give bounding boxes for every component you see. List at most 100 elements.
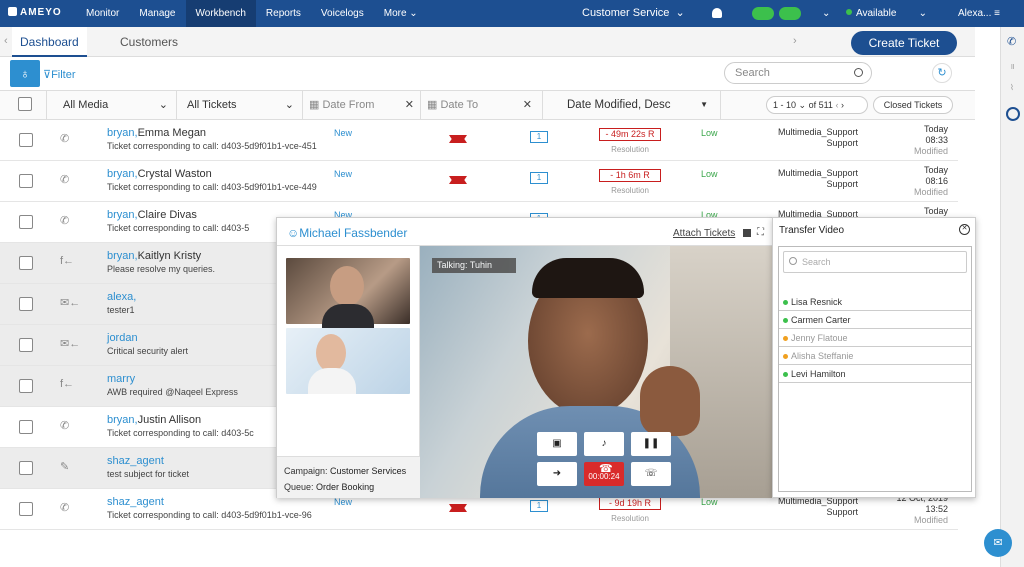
date-to-field[interactable]: ▦ Date To ✕ bbox=[421, 91, 543, 119]
nav-reports[interactable]: Reports bbox=[256, 0, 311, 27]
ticket-contact[interactable]: shaz_agent bbox=[107, 455, 164, 467]
conference-icon[interactable]: ☏ bbox=[631, 462, 671, 486]
ticket-contact[interactable]: alexa, bbox=[107, 291, 136, 303]
transfer-arrow-icon[interactable]: ➜ bbox=[537, 462, 577, 486]
tab-scroll-right-icon[interactable]: › bbox=[793, 35, 797, 47]
priority-label: Low bbox=[701, 128, 718, 138]
header-select-cell bbox=[0, 91, 47, 119]
row-checkbox[interactable] bbox=[19, 297, 33, 311]
ticket-contact[interactable]: bryan,Claire Divas bbox=[107, 209, 197, 221]
row-checkbox[interactable] bbox=[19, 338, 33, 352]
bell-icon[interactable] bbox=[712, 8, 722, 18]
close-icon[interactable]: ✕ bbox=[959, 224, 970, 235]
phone-icon[interactable]: ✆ bbox=[1007, 35, 1016, 48]
prev-page-icon[interactable]: ‹ bbox=[835, 100, 838, 110]
chat-bubble-icon[interactable]: ✉ bbox=[984, 529, 1012, 557]
nav-more[interactable]: More ⌄ bbox=[374, 0, 428, 27]
agent-list-item[interactable]: Lisa Resnick bbox=[779, 293, 971, 311]
row-checkbox[interactable] bbox=[19, 502, 33, 516]
headset-icon[interactable] bbox=[1006, 107, 1020, 121]
queue-name: Multimedia_Support bbox=[777, 127, 858, 137]
expand-icon[interactable]: ⛶ bbox=[757, 227, 764, 238]
media-dropdown[interactable]: All Media ⌄ bbox=[47, 91, 177, 119]
agent-list-item[interactable]: Carmen Carter bbox=[779, 311, 971, 329]
ticket-contact[interactable]: bryan,Crystal Waston bbox=[107, 168, 212, 180]
tickets-dropdown[interactable]: All Tickets ⌄ bbox=[177, 91, 303, 119]
tab-customers[interactable]: Customers bbox=[112, 27, 186, 57]
ticket-contact[interactable]: bryan,Emma Megan bbox=[107, 127, 206, 139]
agent-list-item[interactable]: Alisha Steffanie bbox=[779, 347, 971, 365]
agent-item-name: Jenny Flatoue bbox=[791, 333, 848, 343]
date-from-label: Date From bbox=[322, 99, 375, 111]
ticket-contact[interactable]: bryan,Kaitlyn Kristy bbox=[107, 250, 201, 262]
sort-dropdown[interactable]: Date Modified, Desc ▼ bbox=[543, 91, 721, 119]
select-all-checkbox[interactable] bbox=[18, 97, 32, 111]
chevron-down-icon[interactable]: ⌄ bbox=[822, 0, 830, 27]
agent-search-input[interactable]: Search bbox=[783, 251, 967, 273]
chat-message-icon[interactable] bbox=[779, 7, 801, 20]
ticket-contact[interactable]: bryan,Justin Allison bbox=[107, 414, 201, 426]
tab-scroll-left-icon[interactable]: ‹ bbox=[4, 35, 8, 47]
user-menu[interactable]: Alexa... ≡ bbox=[958, 0, 1000, 27]
date-from-field[interactable]: ▦ Date From ✕ bbox=[303, 91, 421, 119]
row-checkbox[interactable] bbox=[19, 379, 33, 393]
phone-call-icon[interactable] bbox=[752, 7, 774, 20]
table-row[interactable]: ✆ bryan,Crystal Waston Ticket correspondin… bbox=[0, 161, 958, 202]
nav-workbench[interactable]: Workbench bbox=[185, 0, 256, 27]
agent-list-item[interactable]: Jenny Flatoue bbox=[779, 329, 971, 347]
ticket-subject: Please resolve my queries. bbox=[107, 264, 216, 274]
agent-name: alexa, bbox=[107, 291, 137, 303]
customer-video-thumbnail[interactable] bbox=[286, 328, 410, 394]
clear-date-to-icon[interactable]: ✕ bbox=[523, 91, 532, 119]
row-checkbox[interactable] bbox=[19, 420, 33, 434]
closed-tickets-button[interactable]: Closed Tickets bbox=[873, 96, 953, 114]
queue-name: Multimedia_Support bbox=[777, 168, 858, 178]
customer-name: Kaitlyn Kristy bbox=[137, 250, 202, 262]
call-icon: ✆ bbox=[60, 420, 70, 432]
hangup-button[interactable]: ☎ 00:00:24 bbox=[584, 462, 624, 486]
ticket-subject: Ticket corresponding to call: d403-5d9f0… bbox=[107, 510, 312, 520]
tab-dashboard[interactable]: Dashboard bbox=[12, 27, 87, 57]
presence-dot-icon bbox=[783, 372, 788, 377]
nav-voicelogs[interactable]: Voicelogs bbox=[311, 0, 374, 27]
agent-list-item[interactable]: Levi Hamilton bbox=[779, 365, 971, 383]
agent-name: jordan bbox=[107, 332, 138, 344]
mic-icon[interactable]: ⌇ bbox=[1010, 83, 1014, 92]
ticket-icon bbox=[449, 176, 467, 184]
caller-name[interactable]: ☺Michael Fassbender bbox=[287, 226, 407, 240]
next-page-icon[interactable]: › bbox=[841, 100, 844, 110]
hold-pause-icon[interactable]: ❚❚ bbox=[631, 432, 671, 456]
mute-mic-icon[interactable]: ♪ bbox=[584, 432, 624, 456]
refresh-icon[interactable]: ↻ bbox=[932, 63, 952, 83]
agent-name: bryan, bbox=[107, 168, 138, 180]
ticket-contact[interactable]: marry bbox=[107, 373, 135, 385]
row-checkbox[interactable] bbox=[19, 461, 33, 475]
row-checkbox[interactable] bbox=[19, 133, 33, 147]
search-input[interactable]: Search bbox=[724, 62, 872, 84]
customer-face bbox=[316, 334, 346, 372]
ticket-contact[interactable]: shaz_agent bbox=[107, 496, 164, 508]
queue-sub: Support bbox=[826, 138, 858, 148]
nav-monitor[interactable]: Monitor bbox=[76, 0, 129, 27]
row-checkbox[interactable] bbox=[19, 256, 33, 270]
minimize-icon[interactable] bbox=[743, 229, 751, 237]
campaign-selector[interactable]: Customer Service ⌄ bbox=[582, 0, 685, 27]
pause-icon[interactable]: ॥ bbox=[1010, 61, 1015, 72]
page-range[interactable]: 1 - 10 bbox=[773, 100, 796, 110]
lightbulb-icon[interactable]: ♁ bbox=[10, 60, 40, 87]
caller-name-text: Michael Fassbender bbox=[299, 226, 408, 240]
create-ticket-button[interactable]: Create Ticket bbox=[851, 31, 957, 55]
filter-toggle[interactable]: ⊽Filter bbox=[43, 68, 76, 81]
table-row[interactable]: ✆ bryan,Emma Megan Ticket corresponding to… bbox=[0, 120, 958, 161]
nav-manage[interactable]: Manage bbox=[129, 0, 185, 27]
attach-tickets-link[interactable]: Attach Tickets bbox=[673, 228, 735, 239]
agent-video-thumbnail[interactable] bbox=[286, 258, 410, 334]
agent-name: bryan, bbox=[107, 414, 138, 426]
ticket-contact[interactable]: jordan bbox=[107, 332, 138, 344]
availability-status[interactable]: Available ⌄ bbox=[846, 0, 927, 27]
row-checkbox[interactable] bbox=[19, 215, 33, 229]
clear-date-from-icon[interactable]: ✕ bbox=[405, 91, 414, 119]
date-time: 08:16 bbox=[925, 176, 948, 186]
video-off-icon[interactable]: ▣ bbox=[537, 432, 577, 456]
row-checkbox[interactable] bbox=[19, 174, 33, 188]
